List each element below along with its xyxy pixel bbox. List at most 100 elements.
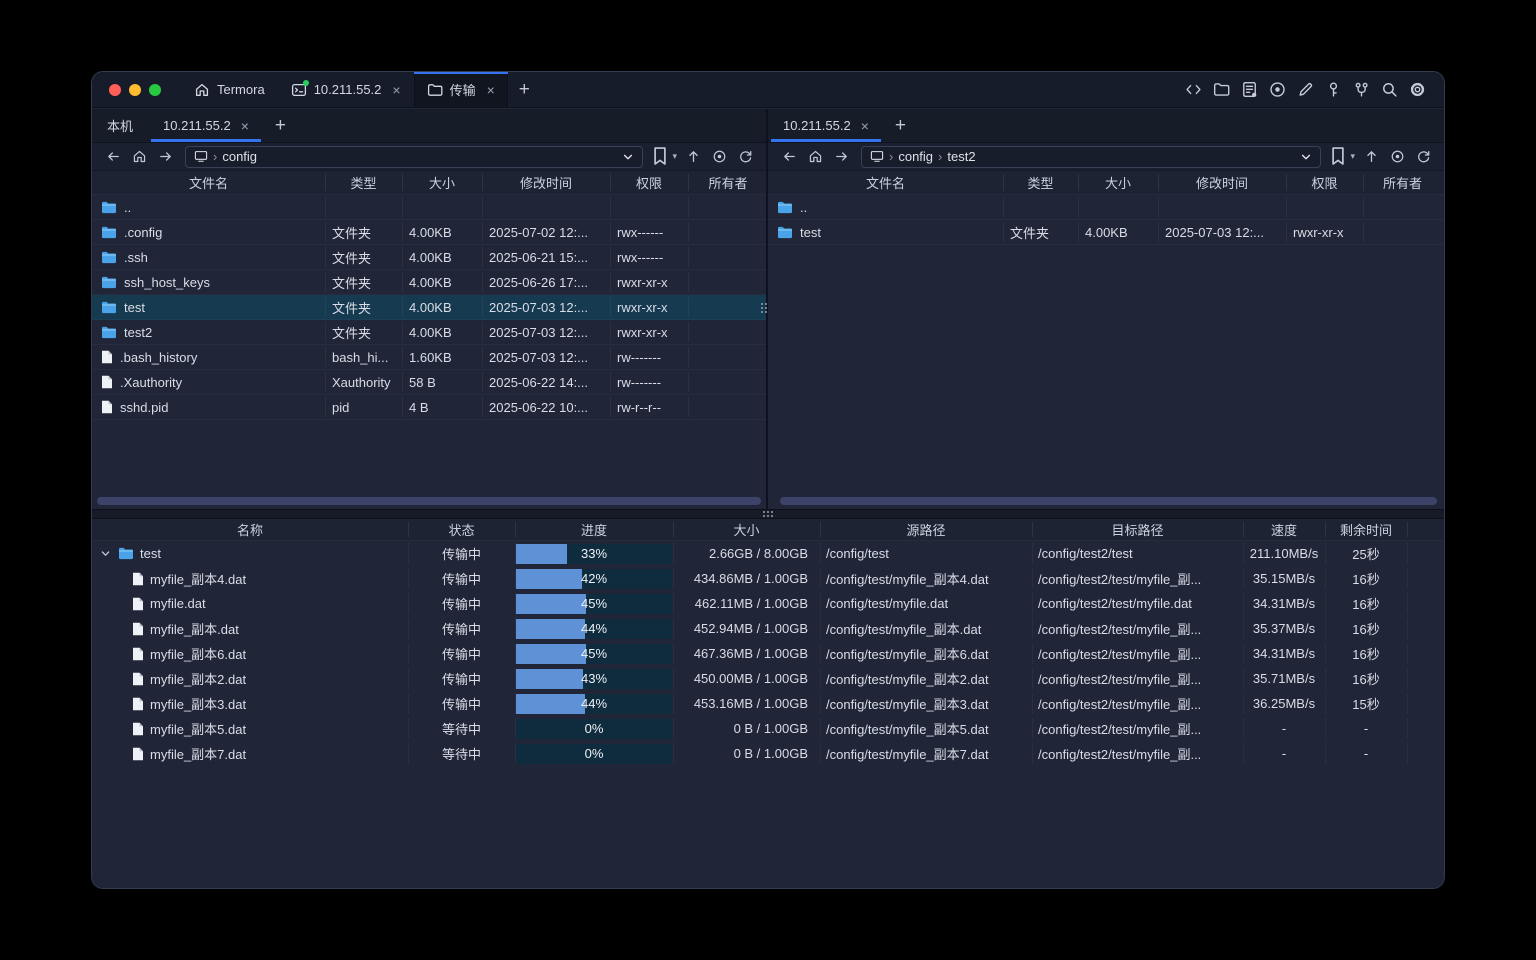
column-header[interactable]: 源路径 (820, 519, 1032, 540)
file-row[interactable]: .bash_historybash_hi...1.60KB2025-07-03 … (92, 345, 766, 370)
breadcrumb[interactable]: ›config (185, 146, 643, 168)
breadcrumb-segment[interactable]: config (222, 149, 257, 164)
column-header[interactable]: 权限 (1286, 171, 1363, 194)
settings-icon[interactable] (1409, 81, 1426, 98)
breadcrumb[interactable]: ›config›test2 (861, 146, 1321, 168)
horizontal-scrollbar[interactable] (780, 497, 1437, 505)
parent-directory-button[interactable] (1359, 146, 1383, 168)
column-header[interactable]: 文件名 (92, 171, 325, 194)
file-name-cell: .bash_history (92, 345, 325, 369)
file-row[interactable]: .ssh文件夹4.00KB2025-06-21 15:...rwx------ (92, 245, 766, 270)
column-header[interactable]: 目标路径 (1032, 519, 1243, 540)
branch-icon[interactable] (1353, 81, 1370, 98)
close-tab-icon[interactable]: × (861, 119, 869, 133)
column-header[interactable]: 名称 (92, 519, 408, 540)
new-panel-tab-button[interactable]: + (264, 109, 297, 142)
bookmark-button[interactable] (1329, 146, 1347, 167)
home-button[interactable] (803, 146, 827, 168)
column-header[interactable]: 剩余时间 (1325, 519, 1407, 540)
transfer-row[interactable]: myfile.dat传输中45%462.11MB / 1.00GB/config… (92, 591, 1444, 616)
file-row[interactable]: .config文件夹4.00KB2025-07-02 12:...rwx----… (92, 220, 766, 245)
record-icon[interactable] (1269, 81, 1286, 98)
forward-button[interactable] (153, 146, 177, 168)
title-tab-session[interactable]: 10.211.55.2× (278, 72, 414, 107)
column-header[interactable] (1407, 519, 1444, 540)
breadcrumb-segment[interactable]: config (898, 149, 933, 164)
file-row[interactable]: .. (92, 195, 766, 220)
tree-expand-icon[interactable] (98, 548, 112, 559)
close-window-button[interactable] (109, 84, 121, 96)
column-header[interactable]: 进度 (515, 519, 673, 540)
breadcrumb-dropdown-icon[interactable] (622, 151, 634, 163)
breadcrumb-segment[interactable]: test2 (947, 149, 975, 164)
minimize-window-button[interactable] (129, 84, 141, 96)
breadcrumb-dropdown-icon[interactable] (1300, 151, 1312, 163)
log-icon[interactable] (1241, 81, 1258, 98)
column-header[interactable]: 大小 (402, 171, 482, 194)
transfer-row[interactable]: myfile_副本4.dat传输中42%434.86MB / 1.00GB/co… (92, 566, 1444, 591)
show-hidden-button[interactable] (1385, 146, 1409, 168)
file-row[interactable]: test2文件夹4.00KB2025-07-03 12:...rwxr-xr-x (92, 320, 766, 345)
column-header[interactable]: 状态 (408, 519, 515, 540)
code-icon[interactable] (1185, 81, 1202, 98)
column-header[interactable]: 类型 (1003, 171, 1078, 194)
refresh-button[interactable] (1411, 146, 1435, 168)
file-cell (688, 320, 768, 344)
show-hidden-button[interactable] (707, 146, 731, 168)
column-header[interactable]: 修改时间 (1158, 171, 1286, 194)
transfer-status: 传输中 (408, 591, 515, 616)
file-row[interactable]: ssh_host_keys文件夹4.00KB2025-06-26 17:...r… (92, 270, 766, 295)
transfer-splitter-handle[interactable] (763, 511, 773, 517)
bookmark-button[interactable] (651, 146, 669, 167)
file-row[interactable]: .. (768, 195, 1444, 220)
termora-window: Termora10.211.55.2×传输× + 本机10.211.55.2×+… (92, 72, 1444, 888)
column-header[interactable]: 所有者 (1363, 171, 1442, 194)
zoom-window-button[interactable] (149, 84, 161, 96)
column-header[interactable]: 大小 (1078, 171, 1158, 194)
column-header[interactable]: 速度 (1243, 519, 1325, 540)
tab-session[interactable]: 10.211.55.2× (148, 109, 264, 142)
refresh-button[interactable] (733, 146, 757, 168)
file-row[interactable]: test文件夹4.00KB2025-07-03 12:...rwxr-xr-x (768, 220, 1444, 245)
folder-icon[interactable] (1213, 81, 1230, 98)
transfer-splitter[interactable] (92, 509, 1444, 519)
search-icon[interactable] (1381, 81, 1398, 98)
transfer-row[interactable]: test传输中33%2.66GB / 8.00GB/config/test/co… (92, 541, 1444, 566)
file-row[interactable]: .XauthorityXauthority58 B2025-06-22 14:.… (92, 370, 766, 395)
file-row[interactable]: test文件夹4.00KB2025-07-03 12:...rwxr-xr-x (92, 295, 766, 320)
transfer-row[interactable]: myfile_副本6.dat传输中45%467.36MB / 1.00GB/co… (92, 641, 1444, 666)
transfer-row[interactable]: myfile_副本2.dat传输中43%450.00MB / 1.00GB/co… (92, 666, 1444, 691)
bookmark-dropdown-icon[interactable]: ▾ (1350, 151, 1355, 162)
title-tab-home[interactable]: Termora (181, 72, 278, 107)
column-header[interactable]: 大小 (673, 519, 820, 540)
forward-button[interactable] (829, 146, 853, 168)
column-header[interactable]: 权限 (610, 171, 688, 194)
new-tab-button[interactable]: + (508, 72, 541, 107)
new-panel-tab-button[interactable]: + (884, 109, 917, 142)
column-header[interactable]: 所有者 (688, 171, 768, 194)
column-header[interactable]: 类型 (325, 171, 402, 194)
transfer-row[interactable]: myfile_副本3.dat传输中44%453.16MB / 1.00GB/co… (92, 691, 1444, 716)
parent-directory-button[interactable] (681, 146, 705, 168)
transfer-row[interactable]: myfile_副本7.dat等待中0%0 B / 1.00GB/config/t… (92, 741, 1444, 766)
close-tab-icon[interactable]: × (487, 83, 495, 97)
column-header[interactable]: 文件名 (768, 171, 1003, 194)
panel-splitter-handle[interactable] (761, 303, 767, 313)
title-tab-transfer[interactable]: 传输× (414, 72, 508, 107)
transfer-row[interactable]: myfile_副本.dat传输中44%452.94MB / 1.00GB/con… (92, 616, 1444, 641)
home-button[interactable] (127, 146, 151, 168)
back-button[interactable] (101, 146, 125, 168)
file-row[interactable]: sshd.pidpid4 B2025-06-22 10:...rw-r--r-- (92, 395, 766, 420)
bookmark-dropdown-icon[interactable]: ▾ (672, 151, 677, 162)
tab-session[interactable]: 10.211.55.2× (768, 109, 884, 142)
edit-icon[interactable] (1297, 81, 1314, 98)
transfer-status: 传输中 (408, 541, 515, 566)
close-tab-icon[interactable]: × (392, 83, 400, 97)
key-icon[interactable] (1325, 81, 1342, 98)
column-header[interactable]: 修改时间 (482, 171, 610, 194)
close-tab-icon[interactable]: × (241, 119, 249, 133)
transfer-row[interactable]: myfile_副本5.dat等待中0%0 B / 1.00GB/config/t… (92, 716, 1444, 741)
tab-local[interactable]: 本机 (92, 109, 148, 142)
horizontal-scrollbar[interactable] (97, 497, 761, 505)
back-button[interactable] (777, 146, 801, 168)
